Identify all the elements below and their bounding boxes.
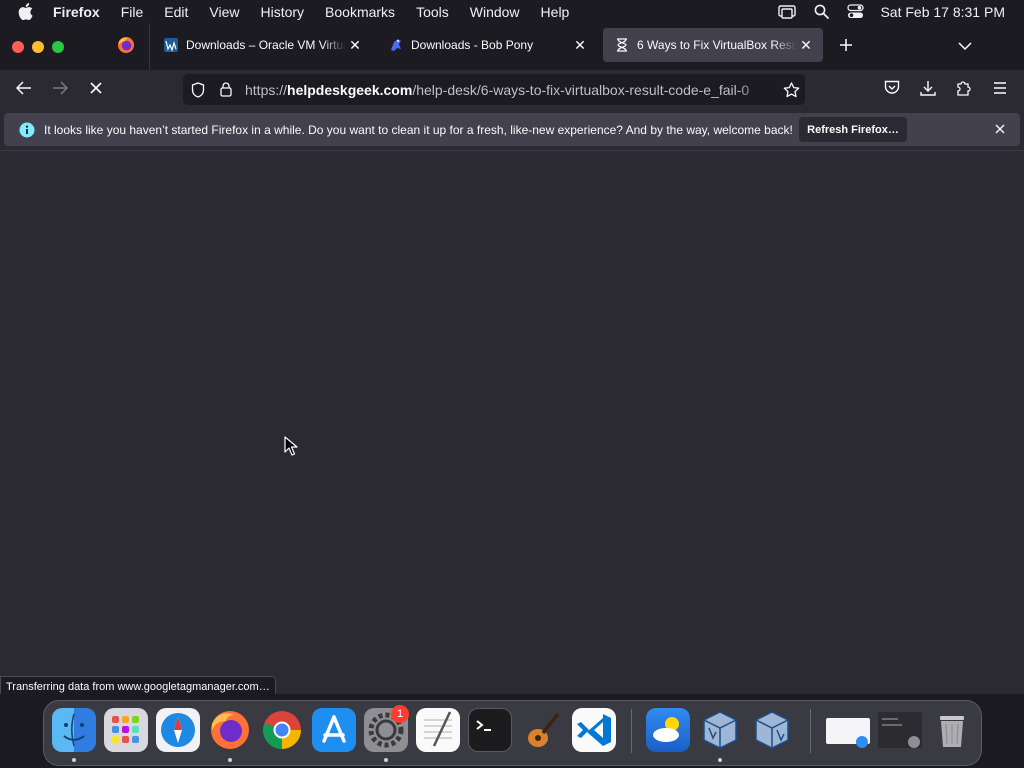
url-text[interactable]: https://helpdeskgeek.com/help-desk/6-way… xyxy=(245,82,773,98)
virtualbox-icon xyxy=(163,37,179,53)
terminal-dock-icon[interactable] xyxy=(468,708,512,752)
safari-dock-icon[interactable] xyxy=(156,708,200,752)
menu-edit[interactable]: Edit xyxy=(164,4,188,20)
url-bar[interactable]: https://helpdeskgeek.com/help-desk/6-way… xyxy=(183,74,805,105)
info-icon xyxy=(19,122,35,138)
url-domain: helpdeskgeek.com xyxy=(287,81,413,98)
bookmark-star-icon[interactable] xyxy=(781,80,801,100)
notification-badge: 1 xyxy=(391,705,409,723)
tab-close-icon[interactable]: ✕ xyxy=(571,36,589,54)
tab-title: Downloads – Oracle VM VirtualBox xyxy=(186,38,346,52)
mouse-cursor-icon xyxy=(284,436,298,456)
tab-bob-pony-downloads[interactable]: Downloads - Bob Pony ✕ xyxy=(377,28,597,62)
hamburger-menu-icon xyxy=(993,81,1007,99)
refresh-firefox-button[interactable]: Refresh Firefox… xyxy=(799,117,907,142)
notification-message: It looks like you haven’t started Firefo… xyxy=(44,122,793,137)
puzzle-piece-icon xyxy=(956,80,972,101)
notification-close-icon[interactable] xyxy=(992,121,1008,137)
trash-dock-icon[interactable] xyxy=(930,708,974,752)
screen-mirroring-icon[interactable] xyxy=(778,3,797,21)
dock-separator xyxy=(810,709,811,753)
navigation-toolbar: https://helpdeskgeek.com/help-desk/6-way… xyxy=(0,70,1024,110)
tab-separator xyxy=(149,23,150,70)
tab-virtualbox-downloads[interactable]: Downloads – Oracle VM VirtualBox ✕ xyxy=(152,28,372,62)
app-store-dock-icon[interactable] xyxy=(312,708,356,752)
apple-menu-icon[interactable] xyxy=(18,3,36,21)
dock: 1 xyxy=(43,700,982,766)
menu-app-firefox[interactable]: Firefox xyxy=(53,4,100,20)
menu-help[interactable]: Help xyxy=(541,4,570,20)
menu-window[interactable]: Window xyxy=(470,4,520,20)
pocket-icon xyxy=(884,80,900,100)
screenshot-window-dock-icon[interactable] xyxy=(876,708,924,752)
firefox-icon xyxy=(117,36,135,59)
loading-hourglass-icon xyxy=(614,37,630,53)
extensions-button[interactable] xyxy=(950,76,978,104)
tab-strip: Downloads – Oracle VM VirtualBox ✕ Downl… xyxy=(0,23,1024,70)
chrome-dock-icon[interactable] xyxy=(260,708,304,752)
weather-dock-icon[interactable] xyxy=(646,708,690,752)
arrow-right-icon xyxy=(52,80,69,100)
tab-title: 6 Ways to Fix VirtualBox Result Code E_F… xyxy=(637,38,797,52)
firefox-dock-icon[interactable] xyxy=(208,708,252,752)
running-indicator xyxy=(228,758,232,762)
url-path: /help-desk/6-ways-to-fix-virtualbox-resu… xyxy=(412,81,750,98)
bob-pony-icon xyxy=(388,37,404,53)
finder-dock-icon[interactable] xyxy=(52,708,96,752)
tab-title: Downloads - Bob Pony xyxy=(411,38,534,52)
stop-loading-button[interactable] xyxy=(82,76,110,104)
refresh-firefox-notification: It looks like you haven’t started Firefo… xyxy=(4,113,1020,146)
spotlight-search-icon[interactable] xyxy=(812,3,830,21)
virtualbox-dock-icon[interactable] xyxy=(698,708,742,752)
textedit-dock-icon[interactable] xyxy=(416,708,460,752)
list-all-tabs-button[interactable] xyxy=(953,35,977,59)
virtualbox-vm-dock-icon[interactable] xyxy=(750,708,794,752)
window-minimize-button[interactable] xyxy=(32,41,44,53)
menubar-clock[interactable]: Sat Feb 17 8:31 PM xyxy=(880,4,1005,20)
tab-active-helpdeskgeek[interactable]: 6 Ways to Fix VirtualBox Result Code E_F… xyxy=(603,28,823,62)
pinned-tab-firefox[interactable] xyxy=(110,32,142,62)
menu-history[interactable]: History xyxy=(260,4,304,20)
menu-tools[interactable]: Tools xyxy=(416,4,449,20)
back-button[interactable] xyxy=(10,76,38,104)
control-center-icon[interactable] xyxy=(846,3,864,21)
lock-icon[interactable] xyxy=(217,81,235,99)
garageband-dock-icon[interactable] xyxy=(520,708,564,752)
new-tab-button[interactable] xyxy=(834,35,858,59)
tracking-protection-shield-icon[interactable] xyxy=(189,81,207,99)
arrow-left-icon xyxy=(15,80,32,100)
running-indicator xyxy=(72,758,76,762)
menu-bar: Firefox File Edit View History Bookmarks… xyxy=(0,0,1024,23)
page-content[interactable] xyxy=(0,151,1024,694)
tab-close-icon[interactable]: ✕ xyxy=(797,36,815,54)
app-menu-button[interactable] xyxy=(986,76,1014,104)
menu-file[interactable]: File xyxy=(121,4,144,20)
dock-separator xyxy=(631,709,632,753)
launchpad-dock-icon[interactable] xyxy=(104,708,148,752)
vscode-dock-icon[interactable] xyxy=(572,708,616,752)
tab-close-icon[interactable]: ✕ xyxy=(346,36,364,54)
forward-button[interactable] xyxy=(46,76,74,104)
stop-x-icon xyxy=(90,81,102,99)
window-zoom-button[interactable] xyxy=(52,41,64,53)
plus-icon xyxy=(839,38,853,57)
pocket-button[interactable] xyxy=(878,76,906,104)
download-icon xyxy=(920,80,936,101)
url-prefix: https:// xyxy=(245,81,288,98)
window-close-button[interactable] xyxy=(12,41,24,53)
preview-window-dock-icon[interactable] xyxy=(824,708,872,752)
downloads-button[interactable] xyxy=(914,76,942,104)
chevron-down-icon xyxy=(958,38,972,56)
running-indicator xyxy=(718,758,722,762)
running-indicator xyxy=(384,758,388,762)
menu-bookmarks[interactable]: Bookmarks xyxy=(325,4,395,20)
menu-view[interactable]: View xyxy=(209,4,239,20)
